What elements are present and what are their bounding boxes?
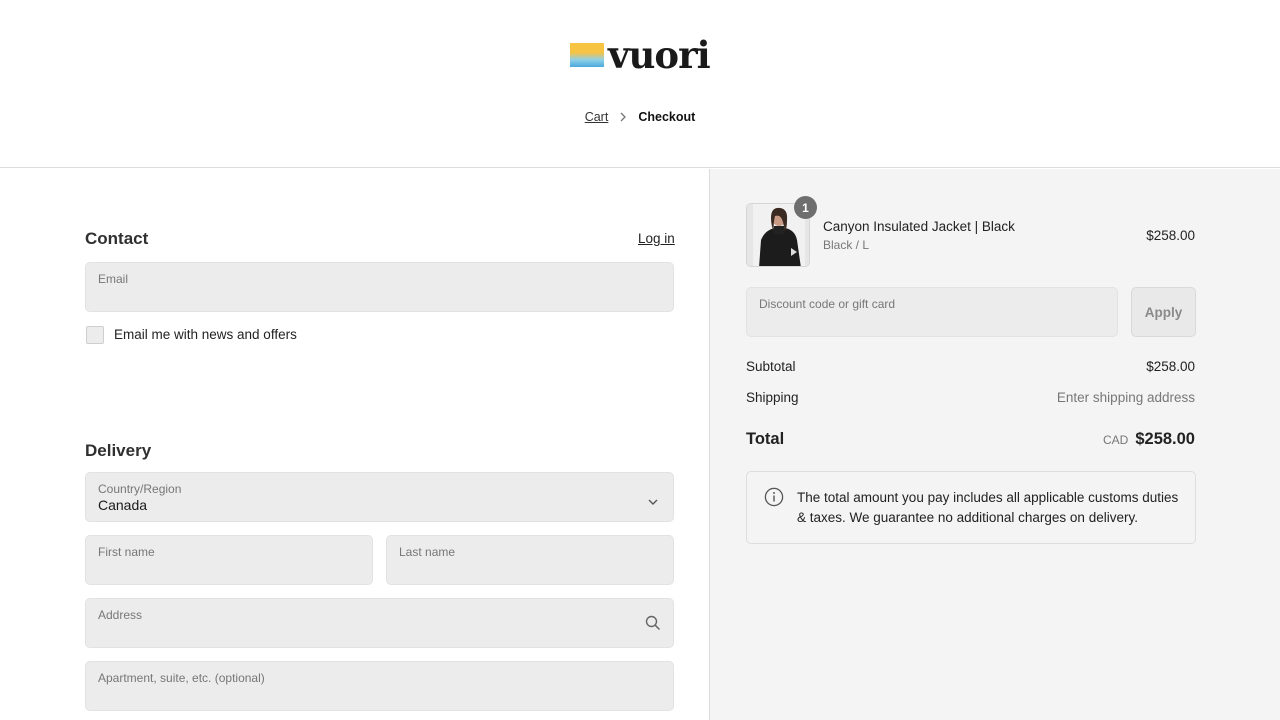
shipping-value: Enter shipping address <box>1056 390 1195 405</box>
apartment-field[interactable]: Apartment, suite, etc. (optional) <box>85 661 674 711</box>
chevron-right-icon <box>619 112 627 122</box>
checkout-form: Contact Log in Email Email me with news … <box>0 169 709 720</box>
checkout-header: vuori Cart Checkout <box>0 0 1280 168</box>
quantity-badge: 1 <box>794 196 817 219</box>
notice-text: The total amount you pay includes all ap… <box>797 490 1179 525</box>
email-placeholder: Email <box>98 272 129 286</box>
product-variant: Black / L <box>823 238 870 252</box>
apply-discount-button[interactable]: Apply <box>1131 287 1196 337</box>
country-label: Country/Region <box>98 482 182 496</box>
logo-text: vuori <box>608 33 711 77</box>
first-name-field[interactable]: First name <box>85 535 373 585</box>
last-name-placeholder: Last name <box>399 545 456 559</box>
total-value-group: CAD $258.00 <box>1103 430 1195 449</box>
breadcrumb: Cart Checkout <box>0 110 1280 124</box>
delivery-title: Delivery <box>85 441 152 460</box>
total-currency: CAD <box>1103 433 1129 447</box>
chevron-down-icon <box>647 493 659 511</box>
country-value: Canada <box>98 497 148 513</box>
breadcrumb-cart-link[interactable]: Cart <box>585 110 609 124</box>
duties-notice: The total amount you pay includes all ap… <box>746 471 1196 544</box>
newsletter-checkbox[interactable] <box>86 326 104 344</box>
address-placeholder: Address <box>98 608 143 622</box>
breadcrumb-current: Checkout <box>638 110 696 124</box>
order-summary: 1 Canyon Insulated Jacket | Black Black … <box>709 169 1280 720</box>
shipping-label: Shipping <box>746 390 799 405</box>
total-label: Total <box>746 430 785 448</box>
country-select[interactable]: Country/Region Canada <box>85 472 674 522</box>
product-name: Canyon Insulated Jacket | Black <box>823 219 1015 234</box>
search-icon[interactable] <box>645 615 661 636</box>
last-name-field[interactable]: Last name <box>386 535 674 585</box>
address-field[interactable]: Address <box>85 598 674 648</box>
login-link[interactable]: Log in <box>638 231 675 246</box>
apartment-placeholder: Apartment, suite, etc. (optional) <box>98 671 265 685</box>
subtotal-label: Subtotal <box>746 359 796 374</box>
discount-placeholder: Discount code or gift card <box>759 297 896 311</box>
total-amount: $258.00 <box>1135 430 1195 448</box>
vuori-logo[interactable]: vuori <box>570 33 711 77</box>
first-name-placeholder: First name <box>98 545 155 559</box>
logo-mark <box>570 43 604 67</box>
contact-title: Contact <box>85 229 149 248</box>
subtotal-value: $258.00 <box>1146 359 1195 374</box>
email-field[interactable]: Email <box>85 262 674 312</box>
newsletter-label: Email me with news and offers <box>114 327 297 342</box>
discount-code-field[interactable]: Discount code or gift card <box>746 287 1118 337</box>
info-icon <box>764 487 784 512</box>
product-price: $258.00 <box>1146 228 1195 243</box>
